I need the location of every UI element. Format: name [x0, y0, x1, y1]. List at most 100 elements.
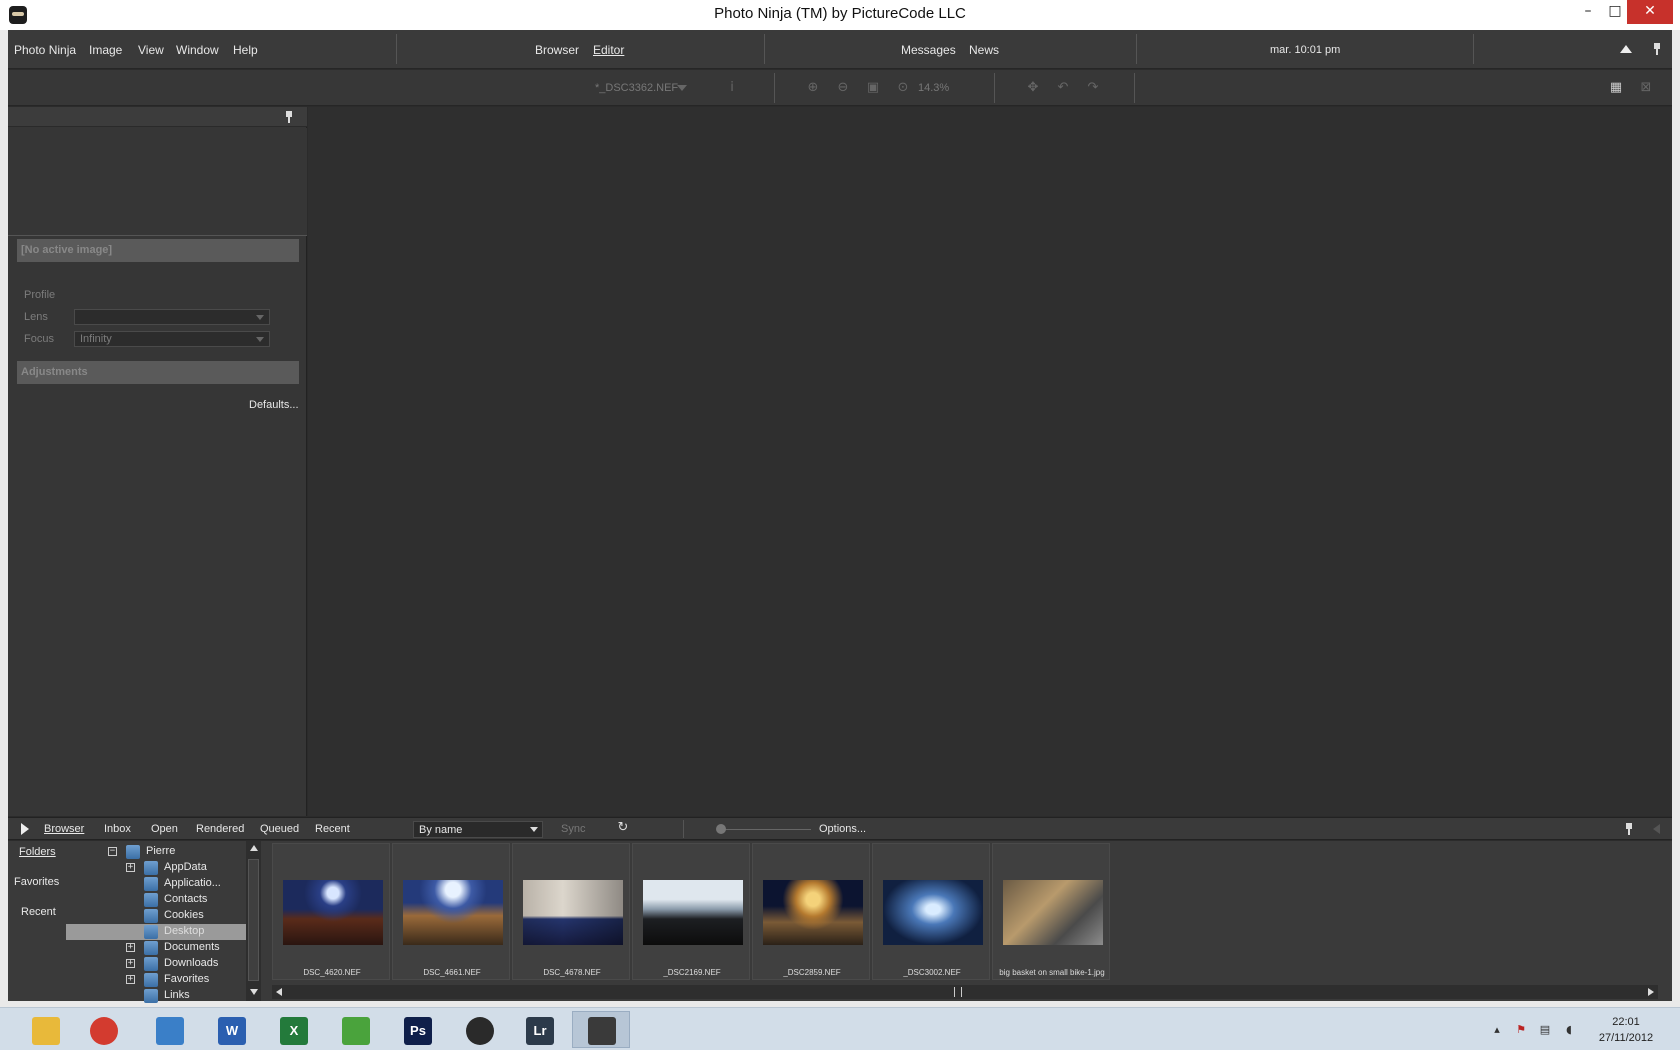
taskbar-app-button[interactable]: Lr: [510, 1011, 568, 1048]
tree-item[interactable]: Links: [66, 988, 246, 1004]
taskbar-app-button[interactable]: W: [202, 1011, 260, 1048]
collapse-icon[interactable]: −: [108, 847, 117, 856]
zoom-magnifier-icon[interactable]: ⊙: [895, 80, 911, 96]
scroll-right-icon[interactable]: [1648, 988, 1654, 996]
tab-inbox[interactable]: Inbox: [104, 823, 131, 835]
taskbar-app-button[interactable]: [450, 1011, 508, 1048]
tree-item[interactable]: − Pierre: [66, 844, 246, 860]
taskbar-app-button[interactable]: [572, 1011, 630, 1048]
fit-to-window-icon[interactable]: ▣: [865, 80, 881, 96]
image-canvas[interactable]: [308, 107, 1672, 816]
defaults-button[interactable]: Defaults...: [249, 399, 299, 411]
pin-icon[interactable]: [285, 111, 293, 123]
scroll-up-icon[interactable]: [250, 845, 258, 851]
thumbnail-card[interactable]: _DSC3002.NEF: [872, 843, 990, 980]
thumbnail-image[interactable]: [523, 880, 623, 945]
thumbnail-image[interactable]: [763, 880, 863, 945]
show-hidden-icons-icon[interactable]: ▴: [1490, 1023, 1504, 1037]
tree-scrollbar[interactable]: [246, 841, 261, 1001]
pin-icon[interactable]: [1625, 823, 1633, 835]
thumbnail-image[interactable]: [283, 880, 383, 945]
expand-icon[interactable]: +: [126, 943, 135, 952]
slider-handle[interactable]: [716, 824, 726, 834]
move-icon[interactable]: ✥: [1025, 80, 1041, 96]
scroll-thumb[interactable]: [954, 987, 962, 997]
taskbar-app-button[interactable]: [326, 1011, 384, 1048]
source-folders[interactable]: Folders: [19, 846, 56, 858]
thumbnail-image[interactable]: [883, 880, 983, 945]
action-center-icon[interactable]: ⚑: [1514, 1023, 1528, 1037]
adjustments-bar[interactable]: Adjustments: [17, 361, 299, 384]
refresh-icon[interactable]: ↻: [615, 820, 631, 836]
redo-icon[interactable]: ↷: [1085, 80, 1101, 96]
menu-photo-ninja[interactable]: Photo Ninja: [14, 43, 76, 57]
taskbar-app-button[interactable]: [16, 1011, 74, 1048]
taskbar-app-button[interactable]: [74, 1011, 132, 1048]
sort-select[interactable]: By name: [413, 821, 543, 838]
scroll-left-icon[interactable]: [276, 988, 282, 996]
tab-rendered[interactable]: Rendered: [196, 823, 244, 835]
scroll-down-icon[interactable]: [250, 989, 258, 995]
thumbnail-scrollbar[interactable]: [272, 985, 1658, 999]
tree-item[interactable]: + Downloads: [66, 956, 246, 972]
thumbnail-image[interactable]: [1003, 880, 1103, 945]
volume-icon[interactable]: ◖: [1562, 1023, 1576, 1037]
scroll-thumb[interactable]: [248, 859, 259, 981]
lens-select[interactable]: [74, 309, 270, 325]
tree-item[interactable]: + AppData: [66, 860, 246, 876]
thumbnail-card[interactable]: big basket on small bike-1.jpg: [992, 843, 1110, 980]
collapse-left-icon[interactable]: [1653, 824, 1660, 834]
thumbnail-card[interactable]: DSC_4678.NEF: [512, 843, 630, 980]
tree-item[interactable]: Cookies: [66, 908, 246, 924]
source-favorites[interactable]: Favorites: [14, 876, 59, 888]
menu-view[interactable]: View: [138, 43, 164, 57]
network-icon[interactable]: ▤: [1538, 1023, 1552, 1037]
pin-icon[interactable]: [1653, 43, 1661, 55]
tree-item[interactable]: Contacts: [66, 892, 246, 908]
mode-editor[interactable]: Editor: [593, 43, 624, 57]
zoom-out-icon[interactable]: ⊖: [835, 80, 851, 96]
menu-window[interactable]: Window: [176, 43, 219, 57]
thumbnail-card[interactable]: DSC_4620.NEF: [272, 843, 390, 980]
thumbnail-card[interactable]: _DSC2169.NEF: [632, 843, 750, 980]
news-link[interactable]: News: [969, 43, 999, 57]
taskbar-app-button[interactable]: [140, 1011, 198, 1048]
mode-browser[interactable]: Browser: [535, 43, 579, 57]
focus-select[interactable]: Infinity: [74, 331, 270, 347]
expand-icon[interactable]: +: [126, 863, 135, 872]
sync-button[interactable]: Sync: [561, 823, 585, 835]
thumbnail-card[interactable]: DSC_4661.NEF: [392, 843, 510, 980]
menu-help[interactable]: Help: [233, 43, 258, 57]
filename-dropdown-icon[interactable]: [677, 85, 687, 91]
collapse-arrow-icon[interactable]: [1620, 45, 1632, 53]
compare-view-icon[interactable]: ⊠: [1638, 80, 1654, 96]
thumbnail-image[interactable]: [403, 880, 503, 945]
thumbnail-size-slider[interactable]: [717, 829, 811, 830]
expand-icon[interactable]: +: [126, 975, 135, 984]
tree-item[interactable]: + Documents: [66, 940, 246, 956]
expand-arrow-icon[interactable]: [21, 823, 29, 835]
tree-item[interactable]: + Favorites: [66, 972, 246, 988]
system-clock[interactable]: 22:01 27/11/2012: [1588, 1014, 1664, 1046]
info-icon[interactable]: i: [724, 80, 740, 96]
layout-grid-icon[interactable]: ▦: [1608, 80, 1624, 96]
thumbnail-card[interactable]: _DSC2859.NEF: [752, 843, 870, 980]
tab-queued[interactable]: Queued: [260, 823, 299, 835]
zoom-in-icon[interactable]: ⊕: [805, 80, 821, 96]
undo-icon[interactable]: ↶: [1055, 80, 1071, 96]
messages-link[interactable]: Messages: [901, 43, 956, 57]
source-recent[interactable]: Recent: [21, 906, 56, 918]
tab-browser[interactable]: Browser: [44, 823, 84, 835]
taskbar-app-button[interactable]: Ps: [388, 1011, 446, 1048]
image-filename[interactable]: *_DSC3362.NEF: [595, 82, 678, 94]
taskbar-app-button[interactable]: X: [264, 1011, 322, 1048]
close-icon[interactable]: ✕: [1627, 0, 1673, 24]
tree-item[interactable]: Desktop: [66, 924, 246, 940]
expand-icon[interactable]: +: [126, 959, 135, 968]
tab-open[interactable]: Open: [151, 823, 178, 835]
menu-image[interactable]: Image: [89, 43, 122, 57]
tree-item[interactable]: Applicatio...: [66, 876, 246, 892]
thumbnail-image[interactable]: [643, 880, 743, 945]
tab-recent[interactable]: Recent: [315, 823, 350, 835]
options-button[interactable]: Options...: [819, 823, 866, 835]
